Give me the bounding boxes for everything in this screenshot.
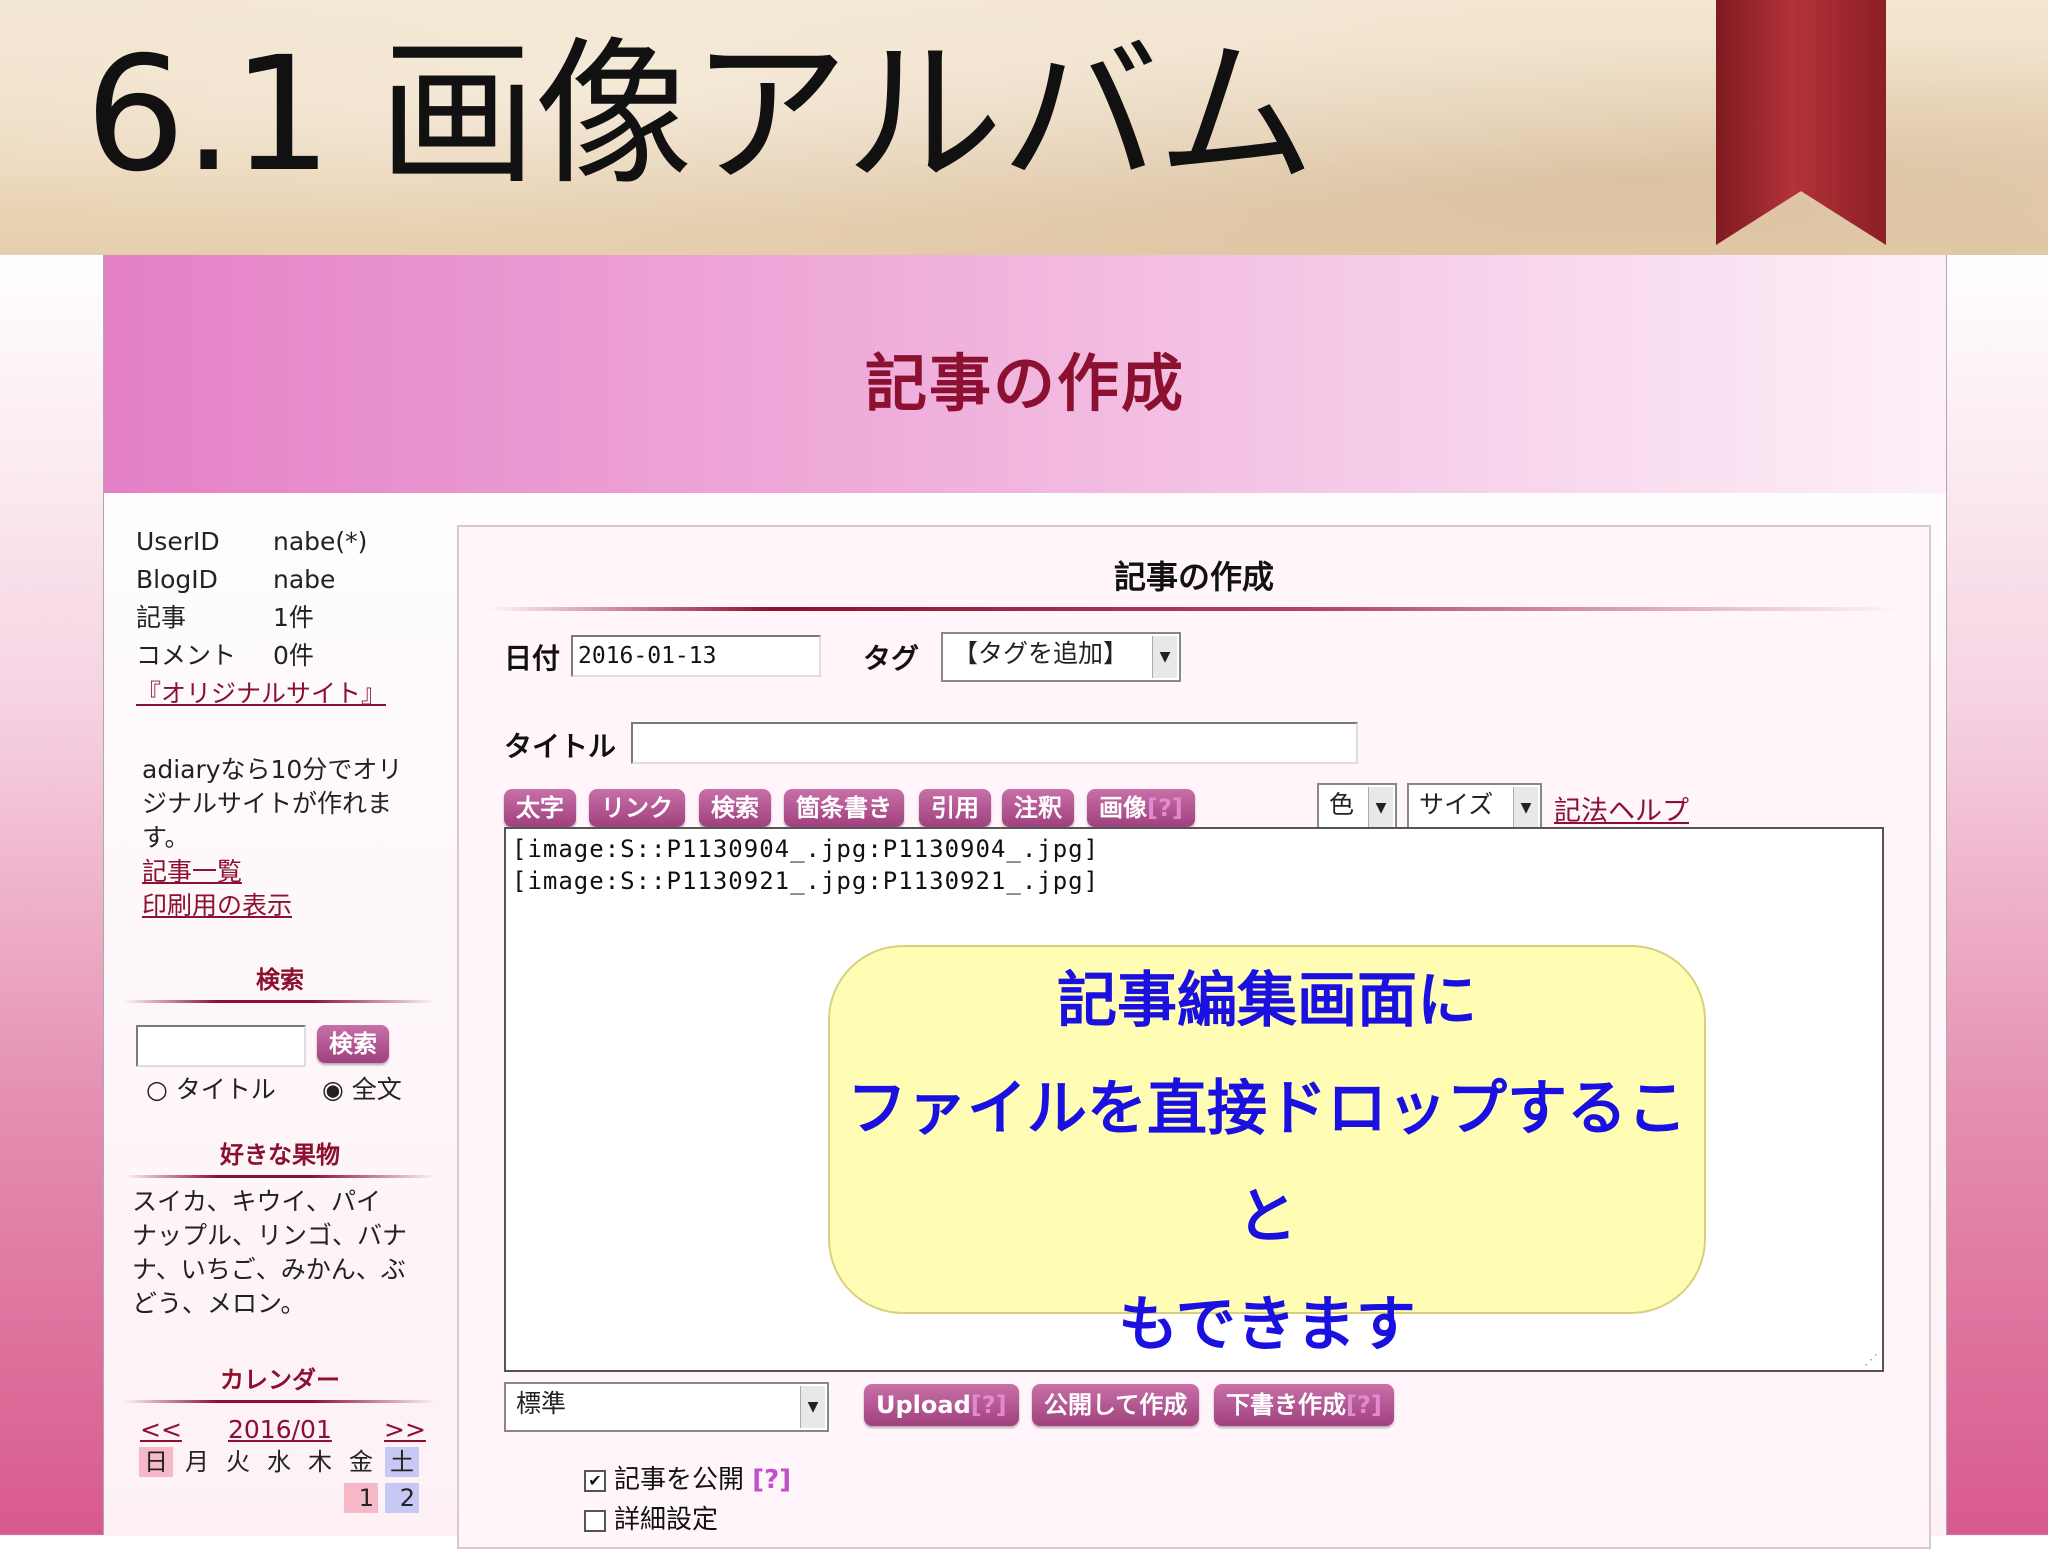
- checkbox-icon: [584, 1509, 606, 1532]
- search-toolbar-button[interactable]: 検索: [699, 789, 771, 827]
- checkbox-checked-icon: ✔: [584, 1469, 606, 1492]
- dropdown-arrow-icon: ▼: [1152, 636, 1177, 678]
- date-label: 日付: [504, 642, 561, 675]
- weekday-mon: 月: [185, 1448, 209, 1476]
- date-input[interactable]: 2016-01-13: [571, 635, 821, 677]
- search-input[interactable]: [136, 1025, 306, 1067]
- dropdown-arrow-icon: ▼: [800, 1386, 825, 1428]
- upload-button[interactable]: Upload[?]: [864, 1384, 1019, 1426]
- print-view-link[interactable]: 印刷用の表示: [142, 891, 292, 920]
- search-option-title[interactable]: ○ タイトル: [146, 1073, 276, 1107]
- callout-line-3: もできます: [1118, 1290, 1416, 1360]
- size-select[interactable]: サイズ ▼: [1407, 783, 1542, 833]
- promo-line-1: adiaryなら10分でオリ: [142, 755, 403, 784]
- calendar-month-link[interactable]: 2016/01: [228, 1415, 332, 1444]
- tag-label: タグ: [863, 642, 920, 675]
- search-button[interactable]: 検索: [317, 1025, 389, 1063]
- title-input[interactable]: [631, 722, 1358, 764]
- form-heading: 記事の作成: [1113, 558, 1274, 596]
- image-button[interactable]: 画像[?]: [1087, 789, 1195, 827]
- info-blogid: BlogID nabe: [136, 565, 336, 594]
- callout-line-1: 記事編集画面に: [1057, 966, 1477, 1036]
- original-site-link-row: 『オリジナルサイト』: [136, 677, 386, 711]
- search-option-fulltext[interactable]: ◉ 全文: [322, 1073, 402, 1107]
- info-userid: UserID nabe(*): [136, 527, 368, 556]
- title-label: タイトル: [504, 730, 617, 763]
- publish-create-button[interactable]: 公開して作成: [1032, 1384, 1200, 1426]
- draft-create-button[interactable]: 下書き作成[?]: [1214, 1384, 1394, 1426]
- calendar-prev-link[interactable]: <<: [140, 1415, 182, 1444]
- publish-help-link[interactable]: [?]: [752, 1465, 791, 1495]
- promo-line-3: す。: [142, 823, 190, 852]
- info-comments: コメント 0件: [136, 641, 314, 670]
- weekday-tue: 火: [226, 1448, 250, 1476]
- original-site-link[interactable]: 『オリジナルサイト』: [136, 679, 386, 708]
- heading-divider: [489, 607, 1899, 611]
- slide-title: 6.1 画像アルバム: [85, 23, 1315, 207]
- page-banner: 記事の作成: [104, 255, 1946, 493]
- search-heading: 検索: [124, 960, 436, 1003]
- tag-select[interactable]: 【タグを追加】 ▼: [941, 632, 1181, 682]
- weekday-fri: 金: [349, 1448, 373, 1476]
- resize-grip-icon[interactable]: ⋰: [1864, 1352, 1878, 1368]
- calendar-day-2[interactable]: 2: [385, 1483, 419, 1513]
- dropdown-arrow-icon: ▼: [1513, 787, 1538, 829]
- detail-settings-checkbox[interactable]: 詳細設定: [584, 1499, 718, 1536]
- calendar-next-link[interactable]: >>: [384, 1415, 426, 1444]
- weekday-sun: 日: [139, 1447, 173, 1477]
- calendar-heading: カレンダー: [124, 1360, 436, 1403]
- fruits-line-3: ナ、いちご、みかん、ぶ: [132, 1255, 406, 1284]
- footnote-button[interactable]: 注釈: [1002, 789, 1074, 827]
- weekday-sat: 土: [385, 1447, 419, 1477]
- dropdown-arrow-icon: ▼: [1368, 787, 1393, 829]
- calendar-day-1[interactable]: 1: [344, 1483, 378, 1513]
- syntax-help-link[interactable]: 記法ヘルプ: [1554, 789, 1689, 828]
- bookmark-ribbon-icon: [1716, 0, 1886, 245]
- callout-line-2: ファイルを直接ドロップすること: [847, 1074, 1687, 1252]
- color-select[interactable]: 色 ▼: [1317, 783, 1397, 833]
- radio-checked-icon: ◉: [322, 1075, 344, 1104]
- slide-header: 6.1 画像アルバム: [0, 0, 2048, 255]
- format-select[interactable]: 標準 ▼: [504, 1382, 829, 1432]
- quote-button[interactable]: 引用: [919, 789, 991, 827]
- weekday-thu: 木: [308, 1448, 332, 1476]
- annotation-callout: 記事編集画面に ファイルを直接ドロップすること もできます: [828, 945, 1706, 1360]
- fruits-line-2: ナップル、リンゴ、バナ: [132, 1221, 408, 1250]
- fruits-heading: 好きな果物: [124, 1135, 436, 1178]
- article-list-link[interactable]: 記事一覧: [142, 857, 242, 886]
- info-articles: 記事 1件: [136, 603, 314, 632]
- publish-checkbox[interactable]: ✔ 記事を公開 [?]: [584, 1459, 791, 1496]
- weekday-wed: 水: [267, 1448, 291, 1476]
- bold-button[interactable]: 太字: [504, 789, 576, 827]
- promo-line-2: ジナルサイトが作れま: [142, 789, 393, 818]
- radio-icon: ○: [146, 1075, 168, 1104]
- fruits-line-4: どう、メロン。: [132, 1289, 306, 1318]
- fruits-line-1: スイカ、キウイ、パイ: [132, 1187, 382, 1216]
- editor-line-2: [image:S::P1130921_.jpg:P1130921_.jpg]: [512, 867, 1100, 895]
- bullet-list-button[interactable]: 箇条書き: [784, 789, 904, 827]
- banner-title: 記事の作成: [864, 347, 1185, 420]
- editor-line-1: [image:S::P1130904_.jpg:P1130904_.jpg]: [512, 835, 1100, 863]
- link-button[interactable]: リンク: [589, 789, 685, 827]
